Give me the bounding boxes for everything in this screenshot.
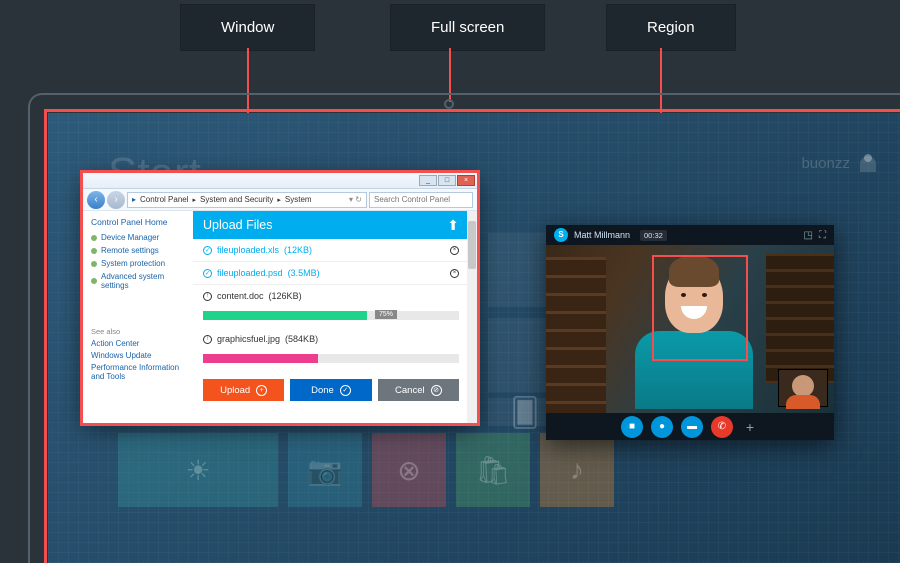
skype-pip-icon[interactable]: ◳ bbox=[804, 230, 813, 241]
window-titlebar[interactable]: _ □ × bbox=[83, 173, 477, 189]
sidebar-item-device-manager[interactable]: Device Manager bbox=[91, 233, 183, 242]
progress-percent-badge: 75% bbox=[375, 310, 397, 319]
upload-button-row: Upload+ Done✓ Cancel⊘ bbox=[193, 371, 469, 401]
callout-fullscreen: Full screen bbox=[390, 4, 545, 51]
skype-call-timer: 00:32 bbox=[640, 230, 667, 241]
progress-bar: 75% bbox=[203, 311, 459, 320]
breadcrumb-item[interactable]: Control Panel bbox=[140, 195, 188, 204]
file-name: ↑ graphicsfuel.jpg (584KB) bbox=[203, 334, 318, 344]
region-capture-border bbox=[652, 255, 748, 361]
search-input[interactable] bbox=[369, 192, 473, 208]
sidebar-title: Control Panel Home bbox=[91, 217, 183, 227]
video-background bbox=[766, 253, 834, 383]
file-name[interactable]: ✓ fileuploaded.xls (12KB) bbox=[203, 245, 312, 255]
window-minimize-button[interactable]: _ bbox=[419, 175, 437, 186]
skype-header[interactable]: Matt Millmann 00:32 ◳ ⛶ bbox=[546, 225, 834, 245]
progress-fill bbox=[203, 311, 367, 320]
sidebar-link-action-center[interactable]: Action Center bbox=[91, 339, 183, 348]
progress-row bbox=[193, 350, 469, 371]
file-uploading-icon: ↑ bbox=[203, 292, 212, 301]
file-uploading-icon: ↑ bbox=[203, 335, 212, 344]
window-close-button[interactable]: × bbox=[457, 175, 475, 186]
skype-call-controls: ■ ● ▬ ✆ + bbox=[546, 413, 834, 440]
window-maximize-button[interactable]: □ bbox=[438, 175, 456, 186]
cancel-icon: ⊘ bbox=[431, 385, 442, 396]
file-row-completed: ✓ fileuploaded.xls (12KB) × bbox=[193, 239, 469, 262]
upload-panel: Upload Files ⬆ ✓ fileuploaded.xls (12KB)… bbox=[191, 211, 477, 423]
upload-title: Upload Files bbox=[203, 218, 272, 232]
tile-xbox[interactable]: ⊗ bbox=[372, 433, 446, 507]
upload-button[interactable]: Upload+ bbox=[203, 379, 284, 401]
file-row-uploading: ↑ content.doc (126KB) bbox=[193, 285, 469, 307]
cancel-button[interactable]: Cancel⊘ bbox=[378, 379, 459, 401]
user-label: buonzz bbox=[801, 155, 876, 172]
sidebar-link-windows-update[interactable]: Windows Update bbox=[91, 351, 183, 360]
skype-hangup-button[interactable]: ✆ bbox=[711, 416, 733, 438]
progress-fill bbox=[203, 354, 318, 363]
check-icon: ✓ bbox=[340, 385, 351, 396]
tile-camera[interactable]: 📷 bbox=[288, 433, 362, 507]
skype-add-button[interactable]: + bbox=[741, 416, 759, 438]
window-navbar: ‹ › ▸ Control Panel▸ System and Security… bbox=[83, 189, 477, 211]
callout-region: Region bbox=[606, 4, 736, 51]
skype-logo-icon bbox=[554, 228, 568, 242]
skype-caller-name: Matt Millmann bbox=[574, 230, 630, 240]
done-button[interactable]: Done✓ bbox=[290, 379, 371, 401]
control-panel-sidebar: Control Panel Home Device Manager Remote… bbox=[83, 211, 191, 423]
user-avatar-icon bbox=[860, 156, 876, 172]
skype-fullscreen-icon[interactable]: ⛶ bbox=[819, 230, 826, 241]
file-row-uploading: ↑ graphicsfuel.jpg (584KB) bbox=[193, 328, 469, 350]
sidebar-item-advanced-settings[interactable]: Advanced system settings bbox=[91, 272, 183, 290]
scrollbar[interactable] bbox=[467, 211, 477, 423]
sidebar-item-remote-settings[interactable]: Remote settings bbox=[91, 246, 183, 255]
upload-icon: ⬆ bbox=[447, 217, 459, 234]
file-name[interactable]: ✓ fileuploaded.psd (3.5MB) bbox=[203, 268, 320, 278]
nav-back-button[interactable]: ‹ bbox=[87, 191, 105, 209]
progress-row: 75% bbox=[193, 307, 469, 328]
username-text: buonzz bbox=[801, 155, 849, 172]
file-row-completed: ✓ fileuploaded.psd (3.5MB) × bbox=[193, 262, 469, 285]
plus-icon: + bbox=[256, 385, 267, 396]
breadcrumb-bar[interactable]: ▸ Control Panel▸ System and Security▸ Sy… bbox=[127, 192, 367, 208]
tile-store[interactable]: 🛍 bbox=[456, 433, 530, 507]
fullscreen-marker bbox=[444, 99, 454, 109]
file-name: ↑ content.doc (126KB) bbox=[203, 291, 302, 301]
file-status-icon: ✓ bbox=[203, 269, 212, 278]
breadcrumb-item[interactable]: System bbox=[285, 195, 312, 204]
captured-window: _ □ × ‹ › ▸ Control Panel▸ System and Se… bbox=[83, 173, 477, 423]
window-body: Control Panel Home Device Manager Remote… bbox=[83, 211, 477, 423]
tile-music[interactable]: ♪ bbox=[540, 433, 614, 507]
skype-video-feed bbox=[546, 245, 834, 413]
nav-forward-button[interactable]: › bbox=[107, 191, 125, 209]
skype-self-preview[interactable] bbox=[778, 369, 828, 407]
upload-header: Upload Files ⬆ bbox=[193, 211, 469, 239]
file-remove-icon[interactable]: × bbox=[450, 246, 459, 255]
file-status-icon: ✓ bbox=[203, 246, 212, 255]
breadcrumb-item[interactable]: System and Security bbox=[200, 195, 273, 204]
progress-bar bbox=[203, 354, 459, 363]
file-remove-icon[interactable]: × bbox=[450, 269, 459, 278]
sidebar-item-system-protection[interactable]: System protection bbox=[91, 259, 183, 268]
skype-mic-button[interactable]: ● bbox=[651, 416, 673, 438]
skype-window: Matt Millmann 00:32 ◳ ⛶ ■ ● ▬ ✆ + bbox=[546, 225, 834, 440]
video-background bbox=[546, 257, 606, 413]
tile-weather[interactable]: ☀ bbox=[118, 433, 278, 507]
skype-chat-button[interactable]: ▬ bbox=[681, 416, 703, 438]
sidebar-link-performance[interactable]: Performance Information and Tools bbox=[91, 363, 183, 381]
skype-video-button[interactable]: ■ bbox=[621, 416, 643, 438]
sidebar-see-also: See also bbox=[91, 327, 183, 336]
callout-window: Window bbox=[180, 4, 315, 51]
